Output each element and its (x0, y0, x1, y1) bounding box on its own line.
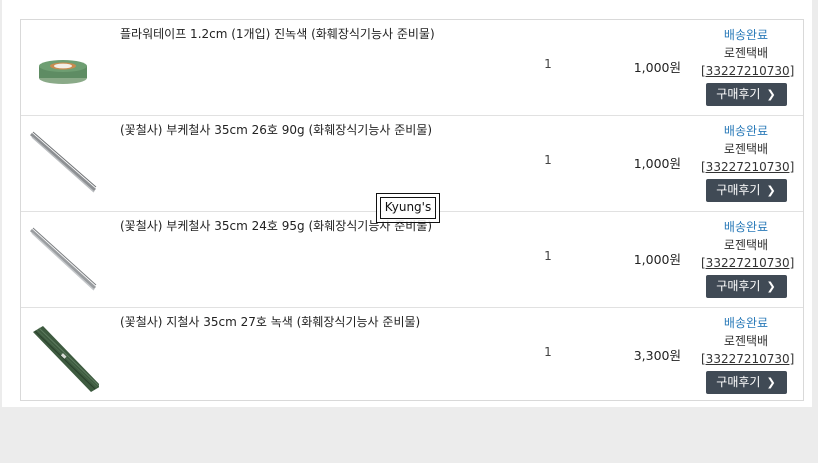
product-title[interactable]: (꽃철사) 지철사 35cm 27호 녹색 (화훼장식기능사 준비물) (120, 313, 420, 330)
chevron-right-icon: ❯ (766, 184, 776, 197)
delivery-info: 배송완료 로젠택배 [33227210730] 구매후기 ❯ (701, 314, 794, 394)
write-review-label: 구매후기 (716, 375, 761, 389)
quantity: 1 (544, 153, 552, 167)
quantity: 1 (544, 345, 552, 359)
tracking-number-link[interactable]: [33227210730] (701, 62, 794, 80)
order-row: (꽃철사) 부케철사 35cm 24호 95g (화훼장식기능사 준비물) 1 … (21, 212, 803, 308)
price: 3,300원 (633, 348, 681, 363)
order-row: (꽃철사) 지철사 35cm 27호 녹색 (화훼장식기능사 준비물) 1 3,… (21, 308, 803, 400)
green-wire-thumbnail[interactable] (27, 320, 99, 392)
product-title[interactable]: 플라워테이프 1.2cm (1개입) 진녹색 (화훼장식기능사 준비물) (120, 25, 435, 42)
chevron-right-icon: ❯ (766, 88, 776, 101)
order-row: 플라워테이프 1.2cm (1개입) 진녹색 (화훼장식기능사 준비물) 1 1… (21, 20, 803, 116)
delivery-info: 배송완료 로젠택배 [33227210730] 구매후기 ❯ (701, 122, 794, 202)
delivery-info: 배송완료 로젠택배 [33227210730] 구매후기 ❯ (701, 26, 794, 106)
tracking-number-link[interactable]: [33227210730] (701, 254, 794, 272)
chevron-right-icon: ❯ (766, 376, 776, 389)
write-review-label: 구매후기 (716, 87, 761, 101)
watermark-text: Kyung's (384, 200, 432, 214)
price: 1,000원 (633, 60, 681, 75)
delivery-status: 배송완료 (723, 316, 769, 330)
write-review-button[interactable]: 구매후기 ❯ (705, 275, 787, 298)
product-title[interactable]: (꽃철사) 부케철사 35cm 26호 90g (화훼장식기능사 준비물) (120, 121, 432, 138)
quantity: 1 (544, 249, 552, 263)
page: 플라워테이프 1.2cm (1개입) 진녹색 (화훼장식기능사 준비물) 1 1… (0, 0, 818, 463)
write-review-button[interactable]: 구매후기 ❯ (705, 83, 787, 106)
tracking-number-link[interactable]: [33227210730] (701, 158, 794, 176)
write-review-button[interactable]: 구매후기 ❯ (705, 179, 787, 202)
flower-tape-thumbnail[interactable] (27, 32, 99, 104)
watermark-stamp: Kyung's (376, 193, 440, 223)
courier-name: 로젠택배 (723, 46, 769, 60)
delivery-status: 배송완료 (723, 124, 769, 138)
courier-name: 로젠택배 (723, 142, 769, 156)
courier-name: 로젠택배 (723, 334, 769, 348)
delivery-status: 배송완료 (723, 28, 769, 42)
price: 1,000원 (633, 252, 681, 267)
delivery-status: 배송완료 (723, 220, 769, 234)
delivery-info: 배송완료 로젠택배 [33227210730] 구매후기 ❯ (701, 218, 794, 298)
write-review-label: 구매후기 (716, 279, 761, 293)
price: 1,000원 (633, 156, 681, 171)
tracking-number-link[interactable]: [33227210730] (701, 350, 794, 368)
bouquet-wire-thumbnail[interactable] (27, 224, 99, 296)
write-review-label: 구매후기 (716, 183, 761, 197)
chevron-right-icon: ❯ (766, 280, 776, 293)
bouquet-wire-thumbnail[interactable] (27, 128, 99, 200)
write-review-button[interactable]: 구매후기 ❯ (705, 371, 787, 394)
quantity: 1 (544, 57, 552, 71)
courier-name: 로젠택배 (723, 238, 769, 252)
